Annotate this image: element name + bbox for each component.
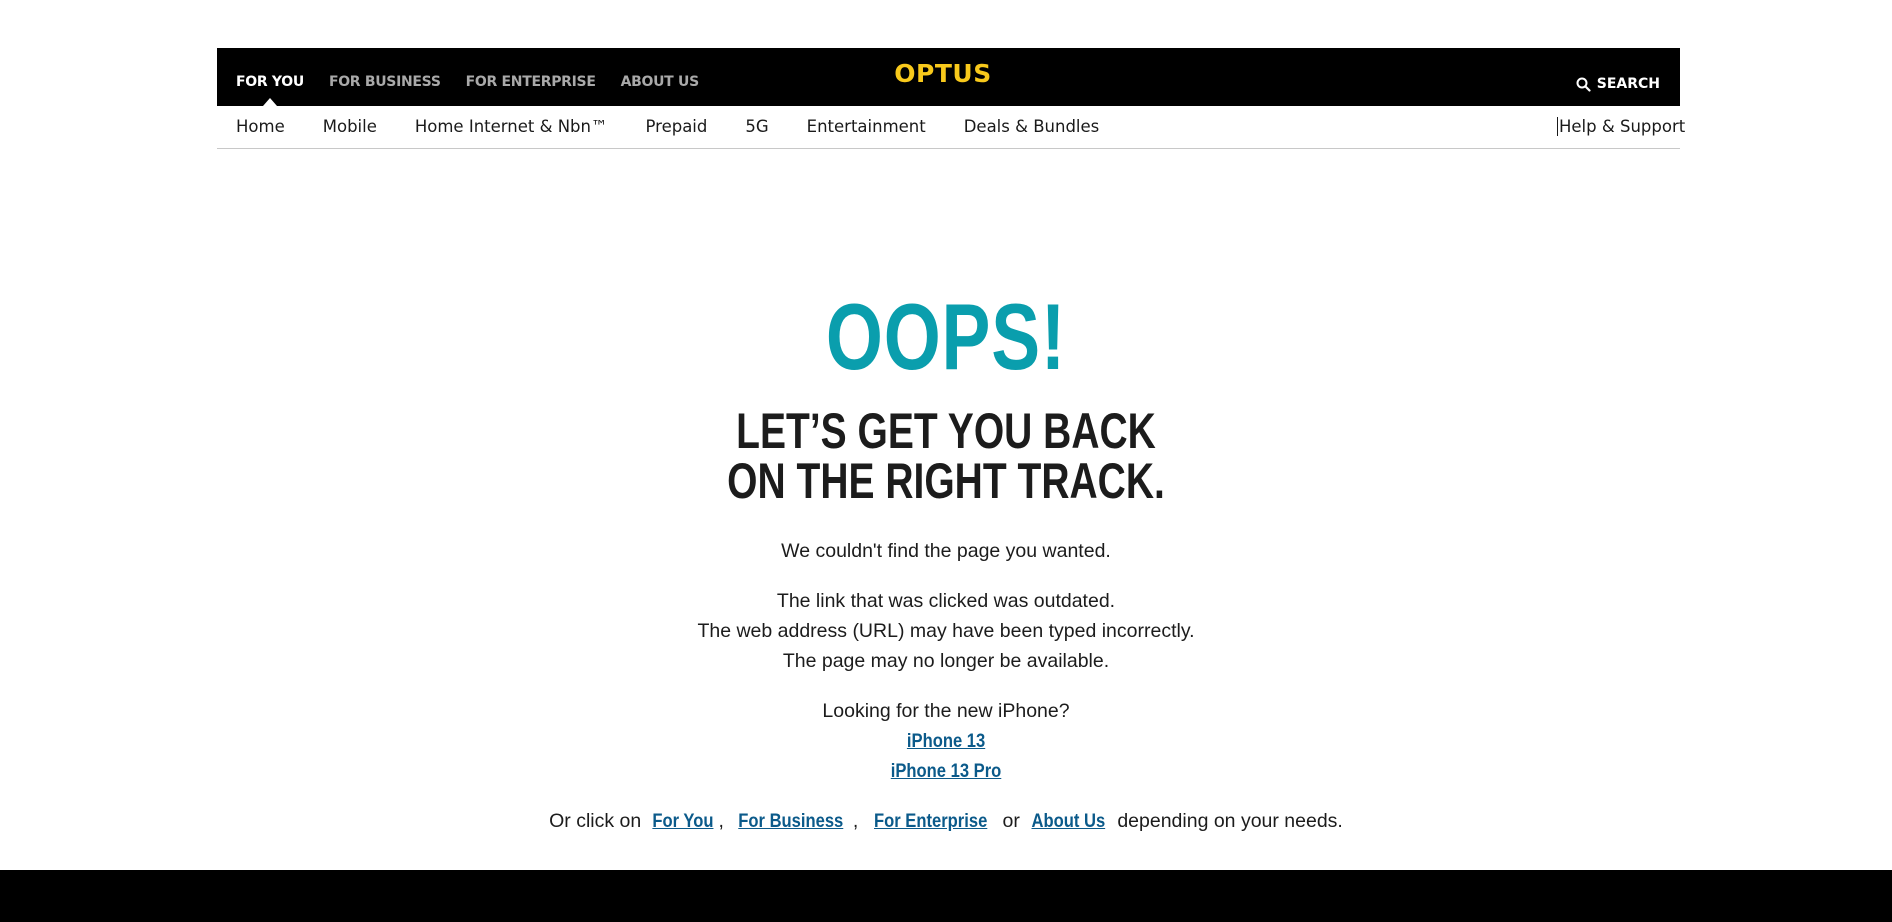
for-enterprise-link[interactable]: For Enterprise	[874, 806, 987, 836]
top-bar: FOR YOU FOR BUSINESS FOR ENTERPRISE ABOU…	[217, 48, 1680, 106]
error-copy: We couldn't find the page you wanted. Th…	[0, 536, 1892, 836]
comma-separator: ,	[718, 810, 724, 832]
nav-item-home[interactable]: Home	[236, 117, 285, 136]
depending-text: depending on your needs.	[1117, 810, 1343, 832]
error-content: OOPS! LET’S GET YOU BACK ON THE RIGHT TR…	[0, 290, 1892, 856]
help-support-link[interactable]: Help & Support	[1557, 117, 1685, 136]
error-title: OOPS!	[825, 284, 1067, 389]
segment-for-enterprise[interactable]: FOR ENTERPRISE	[466, 74, 596, 90]
iphone-13-pro-link[interactable]: iPhone 13 Pro	[891, 756, 1002, 786]
nav-item-5g[interactable]: 5G	[745, 117, 768, 136]
error-subtitle: LET’S GET YOU BACK ON THE RIGHT TRACK.	[208, 406, 1684, 506]
reason-unavailable: The page may no longer be available.	[782, 650, 1110, 672]
reason-outdated: The link that was clicked was outdated.	[776, 590, 1116, 612]
segment-about-us[interactable]: ABOUT US	[621, 74, 700, 90]
search-label: SEARCH	[1596, 76, 1660, 92]
segment-for-you[interactable]: FOR YOU	[236, 74, 304, 106]
footer-bar	[0, 870, 1892, 922]
about-us-link[interactable]: About Us	[1032, 806, 1106, 836]
segment-for-business[interactable]: FOR BUSINESS	[329, 74, 441, 90]
comma-separator: ,	[852, 810, 859, 832]
iphone-prompt: Looking for the new iPhone?	[822, 700, 1070, 722]
search-icon	[1576, 77, 1591, 92]
nav-item-prepaid[interactable]: Prepaid	[645, 117, 707, 136]
for-you-link[interactable]: For You	[652, 806, 713, 836]
or-text: or	[1002, 810, 1020, 832]
error-subtitle-line2: ON THE RIGHT TRACK.	[727, 453, 1165, 509]
nav-item-entertainment[interactable]: Entertainment	[807, 117, 926, 136]
nav-item-deals-bundles[interactable]: Deals & Bundles	[964, 117, 1100, 136]
main-nav: Home Mobile Home Internet & Nbn™ Prepaid…	[217, 106, 1685, 149]
segment-nav: FOR YOU FOR BUSINESS FOR ENTERPRISE ABOU…	[236, 74, 700, 106]
search-button[interactable]: SEARCH	[1576, 76, 1660, 92]
not-found-message: We couldn't find the page you wanted.	[781, 540, 1111, 562]
optus-logo[interactable]: OPTUS	[888, 59, 998, 88]
error-subtitle-line1: LET’S GET YOU BACK	[736, 403, 1156, 459]
nav-item-home-internet[interactable]: Home Internet & Nbn™	[415, 117, 608, 136]
nav-item-mobile[interactable]: Mobile	[323, 117, 377, 136]
page: FOR YOU FOR BUSINESS FOR ENTERPRISE ABOU…	[0, 0, 1892, 922]
reasons-list: The link that was clicked was outdated. …	[0, 586, 1892, 676]
iphone-13-link[interactable]: iPhone 13	[907, 726, 985, 756]
segment-links-line: Or click on For You, For Business, For E…	[0, 806, 1892, 836]
for-business-link[interactable]: For Business	[739, 806, 844, 836]
reason-typo: The web address (URL) may have been type…	[697, 620, 1195, 642]
iphone-promo: Looking for the new iPhone? iPhone 13 iP…	[0, 696, 1892, 786]
or-click-text: Or click on	[549, 810, 642, 832]
